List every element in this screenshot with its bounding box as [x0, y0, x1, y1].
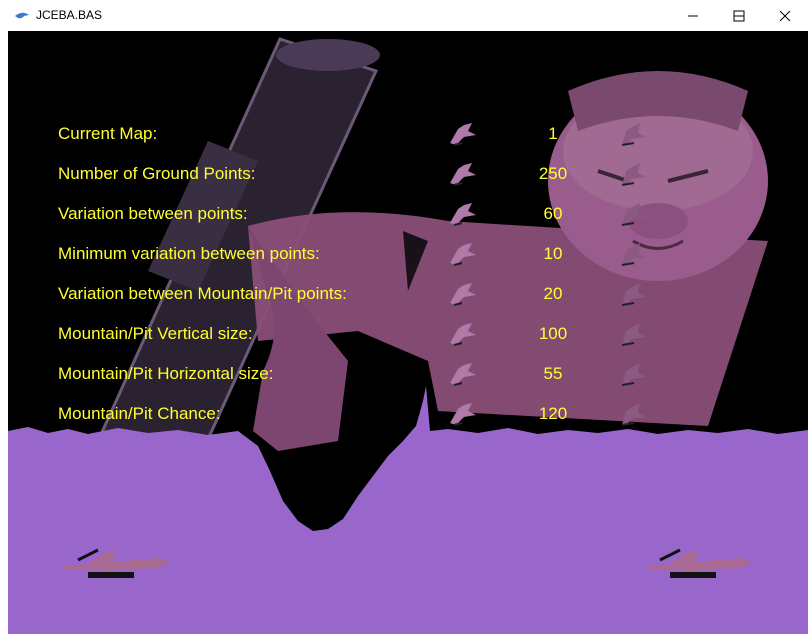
setting-label: Current Map:: [58, 124, 158, 143]
maximize-square-icon: [733, 10, 745, 22]
minimize-icon-2: [688, 15, 698, 17]
increase-jet-icon[interactable]: [618, 201, 648, 227]
decrease-jet-icon[interactable]: [448, 121, 478, 147]
decrease-jet-icon[interactable]: [448, 201, 478, 227]
increase-jet-icon[interactable]: [618, 281, 648, 307]
setting-label: Variation between points:: [58, 204, 248, 223]
setting-value: 100: [538, 324, 568, 343]
increase-jet-icon[interactable]: [618, 121, 648, 147]
setting-value: 250: [538, 164, 568, 183]
setting-value: 1: [548, 124, 558, 143]
setting-label: Variation between Mountain/Pit points:: [58, 284, 347, 303]
increase-jet-icon[interactable]: [618, 241, 648, 267]
game-canvas[interactable]: Current Map: 1 Number of Ground Points: …: [8, 31, 808, 634]
increase-jet-icon[interactable]: [618, 321, 648, 347]
decrease-jet-icon[interactable]: [448, 361, 478, 387]
setting-label: Minimum variation between points:: [58, 244, 320, 263]
decrease-jet-icon[interactable]: [448, 321, 478, 347]
app-icon: [14, 9, 30, 21]
setting-value: 120: [538, 404, 568, 423]
decrease-jet-icon[interactable]: [448, 161, 478, 187]
increase-jet-icon[interactable]: [618, 401, 648, 427]
setting-label: Mountain/Pit Chance:: [58, 404, 221, 423]
minimize-button-2[interactable]: [670, 0, 716, 31]
setting-value: 10: [543, 244, 563, 263]
decrease-jet-icon[interactable]: [448, 281, 478, 307]
player-plane-right-icon: [640, 546, 756, 580]
setting-label: Number of Ground Points:: [58, 164, 256, 183]
player-plane-left-icon: [58, 546, 174, 580]
close-button[interactable]: [762, 0, 808, 31]
setting-value: 55: [543, 364, 563, 383]
setting-value: 20: [543, 284, 563, 303]
increase-jet-icon[interactable]: [618, 361, 648, 387]
setting-label: Mountain/Pit Horizontal size:: [58, 364, 274, 383]
increase-jet-icon[interactable]: [618, 161, 648, 187]
decrease-jet-icon[interactable]: [448, 401, 478, 427]
restore-button[interactable]: [716, 0, 762, 31]
decrease-jet-icon[interactable]: [448, 241, 478, 267]
setting-label: Mountain/Pit Vertical size:: [58, 324, 253, 343]
close-icon: [779, 10, 791, 22]
setting-value: 60: [543, 204, 563, 223]
window-title: JCEBA.BAS: [36, 8, 103, 22]
